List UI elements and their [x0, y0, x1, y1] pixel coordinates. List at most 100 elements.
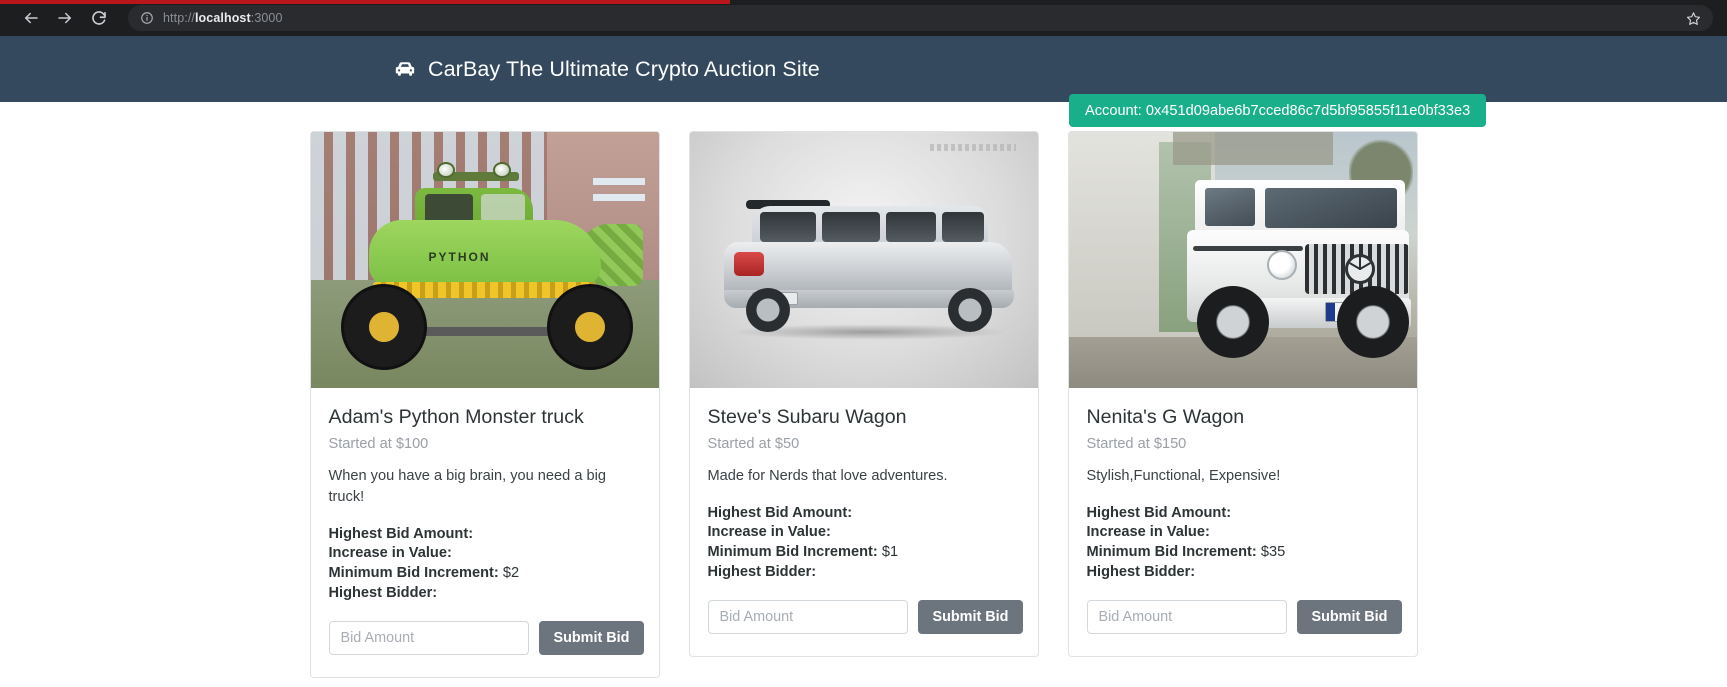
stat-label: Increase in Value:	[328, 545, 452, 562]
card-title: Steve's Subaru Wagon	[707, 406, 907, 428]
star-icon[interactable]	[1686, 11, 1701, 26]
stat-highest-bid-amount: Highest Bid Amount:	[708, 504, 1020, 524]
car-icon	[394, 61, 416, 77]
image-detail-window	[885, 212, 936, 242]
image-detail-windshield	[1264, 188, 1397, 228]
url-host: localhost	[194, 11, 251, 25]
mercedes-star-spoke	[1358, 256, 1361, 270]
stat-label: Minimum Bid Increment:	[707, 544, 878, 561]
image-detail-wheel	[1196, 286, 1269, 358]
image-detail-window	[941, 212, 984, 242]
stat-label: Highest Bidder:	[707, 564, 817, 581]
image-background-beam	[1172, 132, 1333, 166]
browser-chrome: http://localhost:3000	[0, 0, 1727, 36]
image-detail-light	[436, 162, 455, 178]
auction-card: Steve's Subaru Wagon Started at $50 Made…	[688, 131, 1039, 658]
image-detail-headlight	[1266, 250, 1297, 280]
stat-increase-in-value: Increase in Value:	[329, 544, 641, 564]
bid-row: Submit Bid	[707, 600, 1024, 635]
license-plate-eu-band	[1325, 303, 1335, 321]
image-detail-light	[492, 162, 511, 178]
stat-highest-bidder: Highest Bidder:	[329, 584, 641, 604]
car-image-subaru-wagon	[689, 132, 1038, 388]
brand: CarBay The Ultimate Crypto Auction Site	[394, 57, 820, 82]
stat-label: Highest Bidder:	[328, 585, 438, 602]
car-image-g-wagon: S G 1060	[1068, 132, 1417, 388]
image-detail-axle	[402, 327, 569, 336]
stat-highest-bidder: Highest Bidder:	[1087, 563, 1399, 583]
stat-label: Increase in Value:	[1086, 524, 1210, 541]
image-detail-window	[821, 212, 880, 242]
bid-row: Submit Bid	[1086, 600, 1403, 635]
bid-row: Submit Bid	[328, 621, 645, 656]
url-text: http://localhost:3000	[163, 11, 283, 25]
card-body: Nenita's G Wagon Started at $150 Stylish…	[1069, 388, 1417, 656]
stat-value: $1	[881, 544, 899, 561]
auction-listings: PYTHON Adam's Python Monster truck Start…	[0, 102, 1727, 687]
submit-bid-button[interactable]: Submit Bid	[917, 600, 1024, 635]
stat-label: Minimum Bid Increment:	[328, 565, 499, 582]
stat-label: Highest Bid Amount:	[707, 504, 853, 521]
url-scheme: http://	[163, 11, 195, 25]
card-body: Steve's Subaru Wagon Started at $50 Made…	[690, 388, 1038, 656]
card-stats: Highest Bid Amount: Increase in Value: M…	[1087, 504, 1399, 584]
stat-label: Minimum Bid Increment:	[1086, 544, 1257, 561]
stat-label: Highest Bidder:	[1086, 564, 1196, 581]
account-badge[interactable]: Account: 0x451d09abe6b7cced86c7d5bf95855…	[1069, 94, 1487, 127]
image-text-label: PYTHON	[428, 250, 491, 264]
stat-highest-bid-amount: Highest Bid Amount:	[329, 525, 641, 545]
image-detail-sidewindow	[480, 194, 525, 222]
back-button[interactable]	[14, 3, 48, 33]
stat-highest-bid-amount: Highest Bid Amount:	[1087, 504, 1399, 524]
stat-label: Increase in Value:	[707, 524, 831, 541]
bid-amount-input[interactable]	[1086, 600, 1287, 635]
image-detail-window	[592, 194, 645, 201]
page-title: CarBay The Ultimate Crypto Auction Site	[428, 56, 820, 81]
image-detail-window	[759, 212, 816, 242]
card-description: Made for Nerds that love adventures.	[707, 467, 948, 484]
address-bar[interactable]: http://localhost:3000	[128, 5, 1713, 31]
card-title: Adam's Python Monster truck	[328, 406, 584, 428]
card-stats: Highest Bid Amount: Increase in Value: M…	[329, 525, 641, 605]
image-detail-sidewindow	[1204, 188, 1255, 226]
stat-label: Highest Bid Amount:	[1086, 504, 1232, 521]
image-detail-taillight	[733, 252, 764, 276]
image-detail-watermark	[929, 144, 1016, 151]
card-body: Adam's Python Monster truck Started at $…	[311, 388, 659, 677]
submit-bid-button[interactable]: Submit Bid	[538, 621, 645, 656]
cards-row: PYTHON Adam's Python Monster truck Start…	[0, 131, 1727, 679]
reload-button[interactable]	[82, 3, 116, 33]
bid-amount-input[interactable]	[707, 600, 908, 635]
stat-minimum-bid-increment: Minimum Bid Increment: $2	[329, 564, 641, 584]
stat-increase-in-value: Increase in Value:	[1087, 523, 1399, 543]
image-detail-wheel	[947, 288, 992, 332]
image-detail-wheel	[340, 284, 427, 370]
stat-minimum-bid-increment: Minimum Bid Increment: $1	[708, 543, 1020, 563]
info-circle-icon[interactable]	[140, 11, 154, 25]
card-starting-price: Started at $150	[1086, 435, 1187, 452]
car-image-monster-truck: PYTHON	[310, 132, 659, 388]
image-detail-wheel	[1336, 286, 1409, 358]
app-header: CarBay The Ultimate Crypto Auction Site …	[0, 36, 1727, 127]
card-starting-price: Started at $50	[707, 435, 800, 452]
auction-card: PYTHON Adam's Python Monster truck Start…	[309, 131, 660, 679]
stat-label: Highest Bid Amount:	[328, 525, 474, 542]
image-detail-window	[592, 178, 645, 185]
forward-button[interactable]	[48, 3, 82, 33]
card-description: When you have a big brain, you need a bi…	[328, 467, 606, 505]
card-title: Nenita's G Wagon	[1086, 406, 1245, 428]
tab-strip-edge	[0, 0, 730, 4]
card-description: Stylish,Functional, Expensive!	[1086, 467, 1281, 484]
bid-amount-input[interactable]	[328, 621, 529, 656]
stat-minimum-bid-increment: Minimum Bid Increment: $35	[1087, 543, 1399, 563]
stat-value: $35	[1260, 544, 1286, 561]
auction-card: S G 1060 Nenita's G Wagon Started at $15…	[1067, 131, 1418, 658]
url-port: :3000	[250, 11, 283, 25]
submit-bid-button[interactable]: Submit Bid	[1296, 600, 1403, 635]
card-stats: Highest Bid Amount: Increase in Value: M…	[708, 504, 1020, 584]
image-detail-wheel	[745, 288, 790, 332]
stat-highest-bidder: Highest Bidder:	[708, 563, 1020, 583]
stat-increase-in-value: Increase in Value:	[708, 523, 1020, 543]
image-detail-wheel	[546, 284, 633, 370]
card-starting-price: Started at $100	[328, 435, 429, 452]
